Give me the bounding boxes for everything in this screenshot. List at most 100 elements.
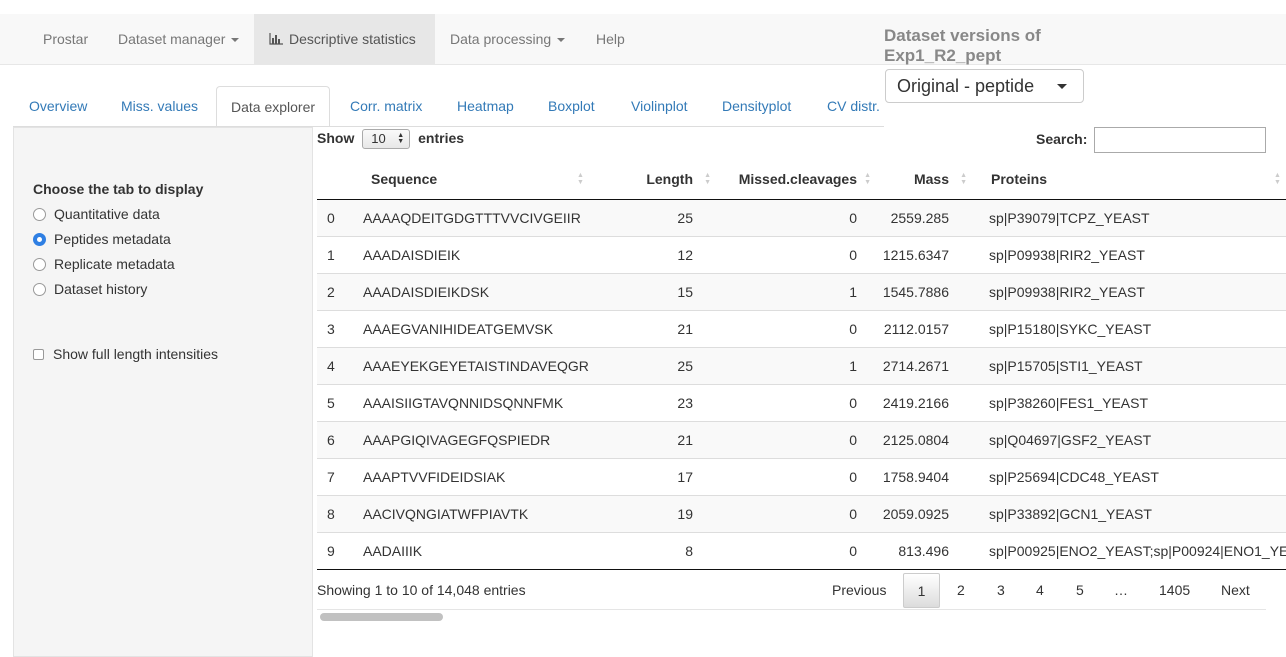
table-row[interactable]: 2 AAADAISDIEIKDSK 15 1 1545.7886 sp|P09938|RI… [317, 272, 1286, 310]
pagination-previous[interactable]: Previous [832, 573, 886, 608]
radio-replicate-metadata[interactable]: Replicate metadata [33, 254, 175, 274]
column-header-proteins[interactable]: Proteins ▲ ▼ [969, 160, 1286, 200]
dataset-versions-title-line1: Dataset versions of [884, 26, 1041, 45]
column-header-missed-cleavages[interactable]: Missed.cleavages ▲ ▼ [715, 160, 875, 200]
cell-sequence: AADAIIIK [363, 531, 595, 570]
table-row[interactable]: 9 AADAIIIK 8 0 813.496 sp|P00925|ENO2_YEAST;s… [317, 531, 1286, 570]
table-row[interactable]: 7 AAAPTVVFIDEIDSIAK 17 0 1758.9404 sp|P25694|… [317, 457, 1286, 495]
column-header-label: Mass [913, 171, 949, 188]
cell-length: 21 [595, 420, 715, 458]
horizontal-scrollbar-thumb[interactable] [320, 613, 443, 621]
cell-index: 3 [317, 309, 363, 347]
chevron-down-icon [1057, 84, 1067, 89]
sort-icon: ▲ ▼ [1274, 172, 1281, 186]
cell-mass: 813.496 [875, 531, 969, 570]
radio-label: Peptides metadata [54, 231, 171, 247]
pagination-next[interactable]: Next [1221, 573, 1250, 608]
cell-mass: 1758.9404 [875, 457, 969, 495]
pagination-page-last[interactable]: 1405 [1159, 573, 1190, 608]
nav-help[interactable]: Help [596, 14, 625, 64]
cell-proteins: sp|P25694|CDC48_YEAST [969, 457, 1286, 495]
cell-sequence: AAAEYEKGEYETAISTINDAVEQGR [363, 346, 595, 384]
radio-label: Dataset history [54, 281, 148, 297]
pagination-page[interactable]: 5 [1076, 573, 1084, 608]
pagination-page-current[interactable]: 1 [903, 573, 940, 608]
checkbox-label: Show full length intensities [53, 346, 218, 362]
cell-missed-cleavages: 0 [715, 383, 875, 421]
sidebar-panel: Choose the tab to display Quantitative d… [13, 127, 313, 657]
pagination-page[interactable]: 4 [1036, 573, 1044, 608]
tab-cv-distr[interactable]: CV distr. [827, 86, 880, 127]
page-length-control: Show 10 ▲ ▼ entries [317, 128, 464, 150]
radio-button[interactable] [33, 208, 46, 221]
cell-sequence: AAAAQDEITGDGTTTVVCIVGEIIR [363, 199, 595, 236]
cell-length: 23 [595, 383, 715, 421]
nav-data-processing-dropdown[interactable]: Data processing [450, 14, 566, 64]
cell-index: 5 [317, 383, 363, 421]
cell-proteins: sp|P15180|SYKC_YEAST [969, 309, 1286, 347]
search-input[interactable] [1094, 127, 1266, 153]
cell-mass: 2059.0925 [875, 494, 969, 532]
sidebar-title: Choose the tab to display [33, 181, 204, 197]
sort-icon: ▲ ▼ [577, 172, 584, 186]
tab-miss-values[interactable]: Miss. values [121, 86, 198, 127]
tab-densityplot[interactable]: Densityplot [722, 86, 791, 127]
page-length-select[interactable]: 10 ▲ ▼ [362, 129, 411, 150]
table-row[interactable]: 5 AAAISIIGTAVQNNIDSQNNFMK 23 0 2419.2166 sp|P… [317, 383, 1286, 421]
table-row[interactable]: 6 AAAPGIQIVAGEGFQSPIEDR 21 0 2125.0804 sp|Q04… [317, 420, 1286, 458]
entries-label: entries [418, 130, 465, 146]
nav-dataset-manager-dropdown[interactable]: Dataset manager [118, 14, 240, 64]
cell-mass: 2419.2166 [875, 383, 969, 421]
chevron-down-icon [557, 38, 566, 43]
table-row[interactable]: 1 AAADAISDIEIK 12 0 1215.6347 sp|P09938|RIR2_… [317, 235, 1286, 273]
table-row[interactable]: 4 AAAEYEKGEYETAISTINDAVEQGR 25 1 2714.2671 sp… [317, 346, 1286, 384]
table-row[interactable]: 3 AAAEGVANIHIDEATGEMVSK 21 0 2112.0157 sp|P15… [317, 309, 1286, 347]
sort-icon: ▲ ▼ [704, 172, 711, 186]
table-row[interactable]: 8 AACIVQNGIATWFPIAVTK 19 0 2059.0925 sp|P3389… [317, 494, 1286, 532]
tab-heatmap[interactable]: Heatmap [457, 86, 514, 127]
cell-missed-cleavages: 0 [715, 494, 875, 532]
search-label: Search: [1036, 131, 1088, 147]
cell-sequence: AAADAISDIEIKDSK [363, 272, 595, 310]
cell-mass: 1545.7886 [875, 272, 969, 310]
cell-missed-cleavages: 0 [715, 457, 875, 495]
radio-dataset-history[interactable]: Dataset history [33, 279, 147, 299]
horizontal-scrollbar[interactable] [317, 609, 1266, 624]
nav-descriptive-statistics[interactable]: Descriptive statistics [254, 14, 435, 64]
cell-missed-cleavages: 0 [715, 420, 875, 458]
column-header-length[interactable]: Length ▲ ▼ [595, 160, 715, 200]
pagination-page[interactable]: 3 [997, 573, 1005, 608]
radio-button[interactable] [33, 258, 46, 271]
column-header-mass[interactable]: Mass ▲ ▼ [875, 160, 969, 200]
table-info: Showing 1 to 10 of 14,048 entries [317, 582, 526, 598]
tab-data-explorer[interactable]: Data explorer [216, 86, 331, 127]
column-header-index [317, 160, 363, 200]
radio-button-checked[interactable] [33, 233, 46, 246]
spinner-arrows-icon: ▲ ▼ [397, 132, 405, 146]
column-header-label: Length [646, 171, 693, 188]
checkbox[interactable] [33, 349, 44, 360]
cell-index: 0 [317, 199, 363, 236]
cell-sequence: AAAISIIGTAVQNNIDSQNNFMK [363, 383, 595, 421]
nav-brand-prostar[interactable]: Prostar [43, 14, 88, 64]
dataset-version-select[interactable]: Original - peptide [885, 69, 1084, 103]
radio-button[interactable] [33, 283, 46, 296]
tab-boxplot[interactable]: Boxplot [548, 86, 595, 127]
tab-corr-matrix[interactable]: Corr. matrix [350, 86, 422, 127]
tab-bar: Overview Miss. values Data explorer Corr… [0, 86, 884, 127]
cell-index: 9 [317, 531, 363, 570]
tab-overview[interactable]: Overview [29, 86, 87, 127]
dataset-versions-title: Dataset versions of Exp1_R2_pept [884, 26, 1104, 66]
column-header-sequence[interactable]: Sequence ▲ ▼ [363, 160, 595, 200]
cell-proteins: sp|P09938|RIR2_YEAST [969, 272, 1286, 310]
cell-index: 4 [317, 346, 363, 384]
table-row[interactable]: 0 AAAAQDEITGDGTTTVVCIVGEIIR 25 0 2559.285 sp|… [317, 199, 1286, 236]
radio-quantitative-data[interactable]: Quantitative data [33, 204, 160, 224]
show-full-length-checkbox[interactable]: Show full length intensities [33, 344, 218, 364]
nav-descriptive-statistics-label: Descriptive statistics [289, 31, 416, 47]
column-header-label: Sequence [371, 171, 438, 188]
cell-length: 15 [595, 272, 715, 310]
tab-violinplot[interactable]: Violinplot [631, 86, 688, 127]
radio-peptides-metadata[interactable]: Peptides metadata [33, 229, 171, 249]
pagination-page[interactable]: 2 [957, 573, 965, 608]
